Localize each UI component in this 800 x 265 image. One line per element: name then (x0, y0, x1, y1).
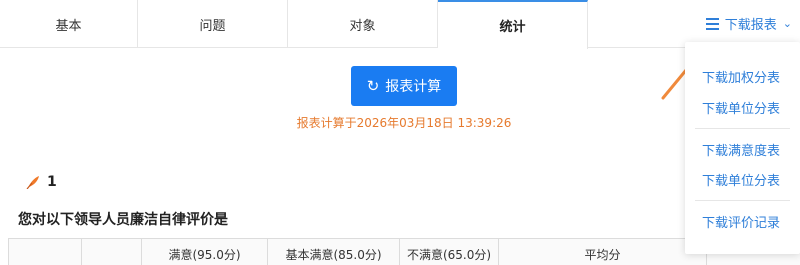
menu-icon (705, 18, 719, 30)
question-title: 您对以下领导人员廉洁自律评价是 (18, 212, 228, 228)
table-header-basic-satisfied: 基本满意(85.0分) (267, 239, 399, 265)
table-header-cell (8, 239, 81, 265)
menu-divider (695, 128, 790, 129)
feather-icon (26, 176, 39, 189)
question-number: 1 (26, 174, 57, 190)
download-report-label: 下载报表 (724, 18, 777, 33)
chevron-down-icon: ⌄ (782, 17, 792, 30)
menu-item-download-satisfaction[interactable]: 下载满意度表 (702, 140, 780, 159)
tab-statistics[interactable]: 统计 (438, 0, 588, 49)
menu-divider (695, 200, 790, 201)
table-header-satisfied: 满意(95.0分) (141, 239, 267, 265)
table-header-unsatisfied: 不满意(65.0分) (399, 239, 498, 265)
question-number-text: 1 (47, 174, 57, 190)
report-calculate-label: 报表计算 (385, 79, 442, 95)
results-table-header: 满意(95.0分) 基本满意(85.0分) 不满意(65.0分) 平均分 (8, 238, 800, 265)
report-calculate-button[interactable]: ↻ 报表计算 (351, 66, 457, 106)
refresh-icon: ↻ (366, 77, 380, 95)
tab-objects[interactable]: 对象 (288, 0, 438, 48)
menu-item-download-records[interactable]: 下载评价记录 (702, 212, 780, 231)
download-report-button[interactable]: 下载报表 ⌄ (705, 14, 792, 33)
tab-basic[interactable]: 基本 (0, 0, 138, 48)
table-header-average: 平均分 (498, 239, 706, 265)
menu-item-download-unit-scores-2[interactable]: 下载单位分表 (702, 170, 780, 189)
menu-item-download-unit-scores[interactable]: 下载单位分表 (702, 98, 780, 117)
calculation-timestamp: 报表计算于2026年03月18日 13:39:26 (296, 116, 512, 130)
menu-item-download-weighted[interactable]: 下载加权分表 (702, 67, 780, 86)
table-header-cell (81, 239, 141, 265)
download-menu: 下载加权分表 下载单位分表 下载满意度表 下载单位分表 下载评价记录 (685, 42, 800, 254)
tab-questions[interactable]: 问题 (138, 0, 288, 48)
